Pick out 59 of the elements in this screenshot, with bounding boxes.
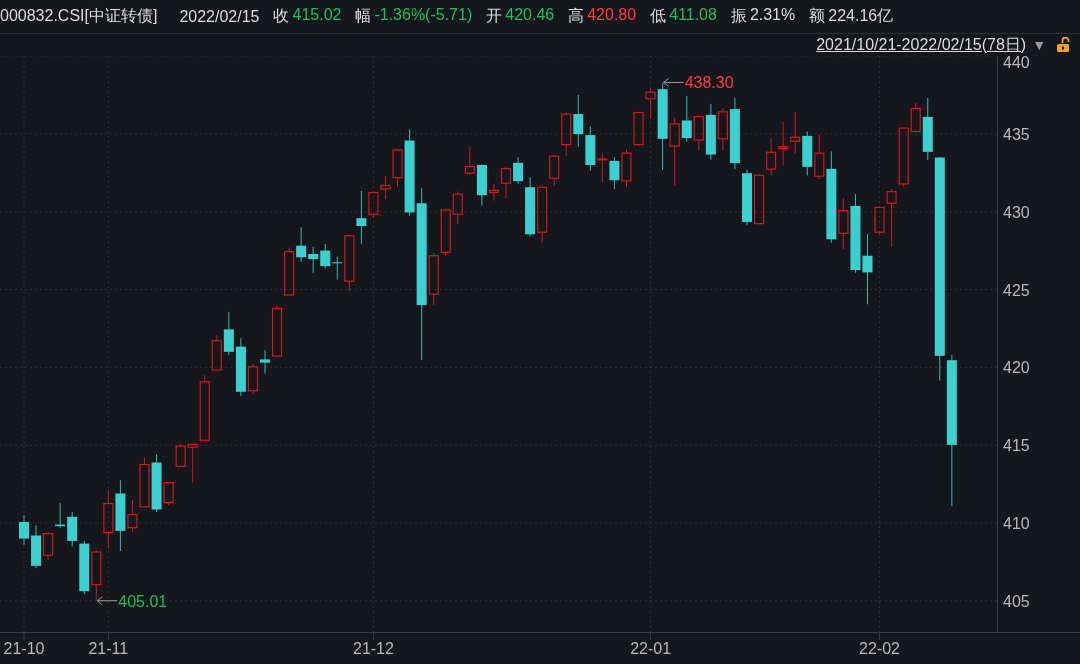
candlestick bbox=[621, 148, 632, 188]
quote-value: 415.02 bbox=[292, 6, 342, 25]
candlestick bbox=[802, 131, 813, 177]
dropdown-toggle[interactable]: ▼ bbox=[1032, 37, 1046, 53]
axis-tick-label: 420 bbox=[1003, 359, 1030, 377]
leader-line bbox=[663, 77, 685, 87]
open-padlock-icon[interactable] bbox=[1056, 37, 1070, 53]
quote-label: 低 bbox=[650, 6, 667, 26]
quote-label: 额 bbox=[809, 6, 826, 26]
candlestick bbox=[91, 549, 102, 602]
leader-line bbox=[96, 596, 118, 606]
candlestick bbox=[211, 334, 222, 371]
axis-tick-label: 425 bbox=[1003, 281, 1030, 299]
security-code: 000832.CSI[中证转债] bbox=[0, 6, 158, 26]
quote-label: 振 bbox=[730, 6, 747, 26]
quote-label: 高 bbox=[568, 6, 585, 26]
quote-value: 411.08 bbox=[669, 6, 717, 25]
candlestick bbox=[223, 311, 234, 356]
date-range-link[interactable]: 2021/10/21-2022/02/15(78日) bbox=[816, 34, 1027, 56]
axis-tick-label: 21-12 bbox=[353, 640, 394, 657]
quote-date: 2022/02/15 bbox=[179, 7, 260, 26]
candlestick bbox=[320, 243, 331, 269]
axis-tick-label: 415 bbox=[1003, 437, 1030, 455]
candlestick bbox=[19, 514, 29, 546]
axis-tick-label: 440 bbox=[1003, 56, 1030, 71]
candlestick bbox=[308, 246, 319, 274]
quote-value: 2.31% bbox=[749, 6, 796, 25]
quote-label: 开 bbox=[486, 6, 503, 26]
candlestick bbox=[633, 111, 644, 147]
axis-tick-label: 21-11 bbox=[88, 640, 129, 657]
candlestick bbox=[452, 190, 463, 225]
candlestick bbox=[296, 226, 307, 263]
quote-value: -1.36%(-5.71) bbox=[374, 6, 473, 25]
candlestick bbox=[284, 247, 295, 296]
price-label: 405.01 bbox=[118, 592, 168, 610]
axis-tick-label: 22-02 bbox=[859, 640, 900, 657]
axis-tick-label: 430 bbox=[1003, 203, 1030, 221]
candlestick bbox=[766, 138, 777, 176]
candlestick bbox=[573, 94, 584, 148]
candlestick bbox=[55, 502, 66, 529]
quote-value: 224.16亿 bbox=[828, 6, 894, 26]
price-label: 438.30 bbox=[684, 74, 734, 92]
axis-tick-label: 21-10 bbox=[3, 640, 45, 657]
candlestick bbox=[778, 121, 789, 166]
candlestick bbox=[199, 374, 210, 441]
quote-value: 420.46 bbox=[505, 6, 555, 25]
candlestick bbox=[103, 489, 114, 550]
quote-label: 幅 bbox=[355, 6, 372, 26]
axis-tick-label: 22-01 bbox=[630, 640, 672, 657]
axis-tick-label: 410 bbox=[1003, 515, 1030, 533]
candlestick bbox=[790, 111, 801, 155]
candlestick bbox=[440, 208, 451, 257]
candlestick bbox=[742, 169, 752, 226]
axis-tick-label: 435 bbox=[1003, 125, 1030, 143]
candlestick bbox=[609, 156, 620, 190]
quote-label: 收 bbox=[273, 6, 290, 26]
candlestick bbox=[753, 173, 765, 225]
axis-tick-label: 405 bbox=[1003, 592, 1030, 610]
quote-value: 420.80 bbox=[587, 6, 637, 25]
